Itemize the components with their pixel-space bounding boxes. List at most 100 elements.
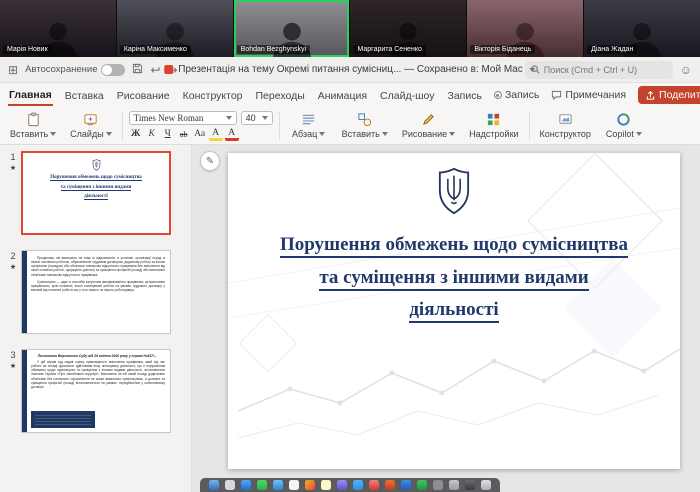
participant-tile[interactable]: Вікторія Біданець xyxy=(467,0,583,57)
ribbon-tabs: Главная Вставка Рисование Конструктор Пе… xyxy=(0,83,700,107)
insert-shapes-icon xyxy=(357,112,372,127)
tab-animations[interactable]: Анимация xyxy=(317,86,368,105)
dock-icon[interactable] xyxy=(417,480,427,490)
designer-icon xyxy=(558,112,573,127)
divider xyxy=(529,112,530,140)
slide-thumbnail-1[interactable]: Порушення обмежень щодо сумісництва та с… xyxy=(21,151,171,235)
video-call-strip: Марія Новик Каріна Максименко Bohdan Bez… xyxy=(0,0,700,57)
comment-bubble-icon xyxy=(551,90,562,101)
record-button[interactable]: Запись xyxy=(494,89,539,101)
tab-draw[interactable]: Рисование xyxy=(116,86,171,105)
dock-icon[interactable] xyxy=(449,480,459,490)
dock-icon[interactable] xyxy=(241,480,251,490)
record-icon xyxy=(494,91,502,99)
dock-icon[interactable] xyxy=(289,480,299,490)
font-size-combo[interactable]: 40 xyxy=(241,111,273,125)
highlight-color-button[interactable]: А xyxy=(209,128,223,141)
screen: Марія Новик Каріна Максименко Bohdan Bez… xyxy=(0,0,700,492)
tab-slideshow[interactable]: Слайд-шоу xyxy=(379,86,435,105)
dock-icon[interactable] xyxy=(385,480,395,490)
autosave-control[interactable]: Автосохранение xyxy=(25,64,125,76)
paste-button[interactable]: Вставить xyxy=(6,111,60,140)
thumbnail-row: 2 ★ Працівники, які виконують на тому ж … xyxy=(5,250,191,334)
dock-icon[interactable] xyxy=(433,480,443,490)
autosave-toggle[interactable] xyxy=(101,64,125,76)
font-group: Times New Roman 40 Ж К Ч ab Аа А А xyxy=(129,111,273,141)
designer-button[interactable]: Конструктор xyxy=(536,111,595,140)
slide-number: 3 xyxy=(10,350,15,360)
copilot-icon xyxy=(616,112,631,127)
participant-tile[interactable]: Каріна Максименко xyxy=(117,0,233,57)
dock-icon[interactable] xyxy=(401,480,411,490)
ribbon-right-actions: Запись Примечания Поделиться xyxy=(494,86,700,104)
slide-title-textbox[interactable]: Порушення обмежень щодо сумісництва та с… xyxy=(228,229,680,327)
slide-thumbnails-pane: 1 ★ Порушення обмежень щодо сумісництва … xyxy=(0,145,192,492)
paragraph-menu-button[interactable]: Абзац xyxy=(286,111,332,140)
dock-icon[interactable] xyxy=(321,480,331,490)
slide-thumbnail-2[interactable]: Працівники, які виконують на тому ж підп… xyxy=(21,250,171,334)
participant-name: Вікторія Біданець xyxy=(470,45,535,54)
dock-icon[interactable] xyxy=(257,480,267,490)
new-slide-icon xyxy=(83,112,98,127)
dock-icon[interactable] xyxy=(225,480,235,490)
draw-menu-button[interactable]: Рисование xyxy=(398,111,459,140)
app-grid-icon[interactable]: ⊞ xyxy=(8,64,18,76)
bold-button[interactable]: Ж xyxy=(129,128,143,141)
search-input[interactable] xyxy=(544,65,664,75)
dock-icon[interactable] xyxy=(209,480,219,490)
strikethrough-button[interactable]: ab xyxy=(177,128,191,141)
dock-icon[interactable] xyxy=(465,480,475,490)
document-title-bar[interactable]: Презентація на тему Окремі питання суміс… xyxy=(164,64,535,75)
slide-thumbnail-3[interactable]: Постанова Верховного Суду від 26 квітня … xyxy=(21,349,171,433)
participant-tile-active-speaker[interactable]: Bohdan Bezghynskyi xyxy=(234,0,350,57)
new-slide-button[interactable]: Слайды xyxy=(66,111,116,140)
dock-icon[interactable] xyxy=(337,480,347,490)
tab-insert[interactable]: Вставка xyxy=(64,86,105,105)
dock-icon[interactable] xyxy=(353,480,363,490)
chevron-down-icon xyxy=(530,68,536,72)
participant-tile[interactable]: Діана Жадан xyxy=(584,0,700,57)
change-case-button[interactable]: Аа xyxy=(193,128,207,141)
search-box[interactable] xyxy=(525,61,673,79)
share-button[interactable]: Поделиться xyxy=(638,86,700,104)
animation-star-icon: ★ xyxy=(10,164,16,172)
chevron-down-icon xyxy=(319,132,325,136)
thumbnail-row: 1 ★ Порушення обмежень щодо сумісництва … xyxy=(5,151,191,235)
participant-tile[interactable]: Маргарита Сененко xyxy=(350,0,466,57)
font-color-button[interactable]: А xyxy=(225,128,239,141)
share-icon xyxy=(646,91,655,100)
participant-name: Каріна Максименко xyxy=(120,45,191,54)
copilot-button[interactable]: Copilot xyxy=(601,111,647,140)
save-icon[interactable] xyxy=(132,63,143,76)
participant-tile[interactable]: Марія Новик xyxy=(0,0,116,57)
italic-button[interactable]: К xyxy=(145,128,159,141)
thumbnail-callout-box xyxy=(31,411,95,428)
tab-transitions[interactable]: Переходы xyxy=(255,86,306,105)
dock-icon[interactable] xyxy=(273,480,283,490)
main-content: 1 ★ Порушення обмежень щодо сумісництва … xyxy=(0,145,700,492)
police-emblem[interactable] xyxy=(435,167,473,215)
current-slide[interactable]: Порушення обмежень щодо сумісництва та с… xyxy=(228,153,680,469)
participant-name: Bohdan Bezghynskyi xyxy=(237,45,310,54)
slide-number: 1 xyxy=(10,152,15,162)
animation-star-icon: ★ xyxy=(10,263,16,271)
tab-design[interactable]: Конструктор xyxy=(182,86,244,105)
dock-icon[interactable] xyxy=(481,480,491,490)
thumbnail-title: Порушення обмежень щодо сумісництва та с… xyxy=(23,173,169,202)
dock-icon[interactable] xyxy=(369,480,379,490)
feedback-smiley-icon[interactable]: ☺ xyxy=(680,63,692,77)
document-title: Презентація на тему Окремі питання суміс… xyxy=(178,64,522,75)
dock-icon[interactable] xyxy=(305,480,315,490)
font-name-combo[interactable]: Times New Roman xyxy=(129,111,237,125)
thumbnail-body-text: У цій справі суд надав оцінку правомірно… xyxy=(22,359,170,395)
addins-button[interactable]: Надстройки xyxy=(465,111,522,140)
tab-home[interactable]: Главная xyxy=(8,85,53,106)
undo-icon[interactable]: ↩ xyxy=(150,64,160,76)
underline-button[interactable]: Ч xyxy=(161,128,175,141)
ink-tools-button[interactable]: ✎ xyxy=(200,151,220,171)
powerpoint-doc-icon xyxy=(164,65,173,74)
comments-button[interactable]: Примечания xyxy=(551,89,626,101)
slide-canvas[interactable]: ✎ xyxy=(192,145,700,492)
insert-menu-button[interactable]: Вставить xyxy=(338,111,392,140)
tab-record[interactable]: Запись xyxy=(446,86,482,105)
